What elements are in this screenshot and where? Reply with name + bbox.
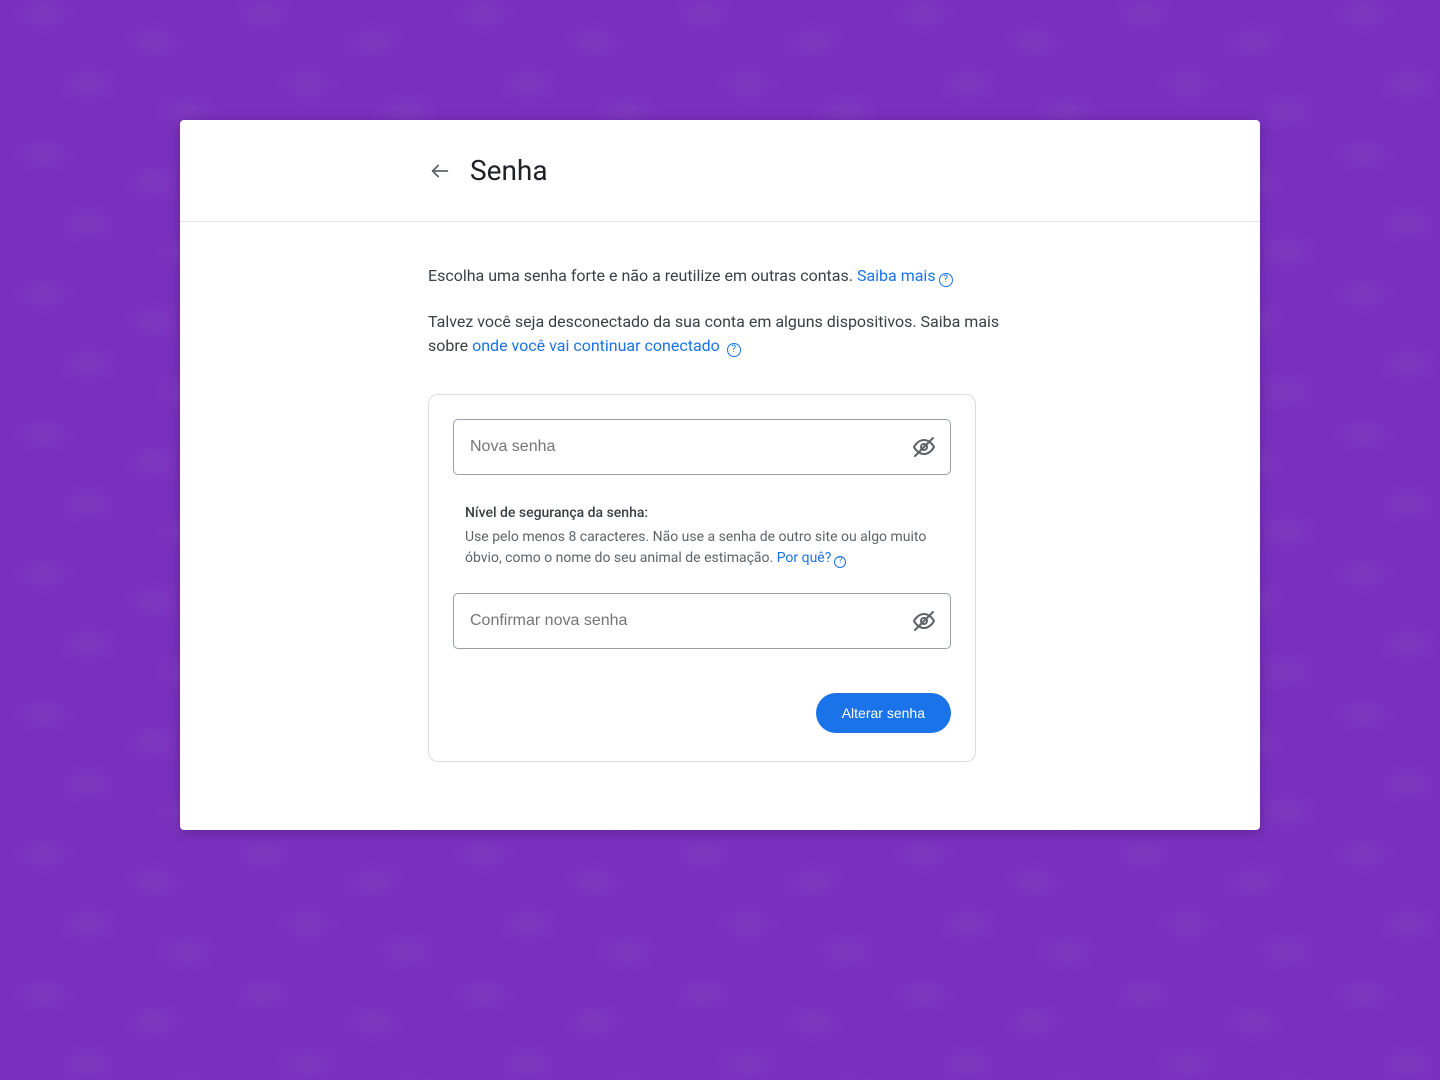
new-password-input[interactable] (470, 438, 898, 456)
page-title: Senha (470, 154, 548, 187)
toggle-visibility-icon[interactable] (912, 609, 936, 633)
password-strength-block: Nível de segurança da senha: Use pelo me… (453, 505, 951, 569)
help-icon[interactable]: ? (834, 556, 846, 568)
description-text: Escolha uma senha forte e não a reutiliz… (428, 266, 857, 285)
why-link[interactable]: Por quê? (777, 550, 832, 566)
content: Escolha uma senha forte e não a reutiliz… (180, 222, 1260, 762)
toggle-visibility-icon[interactable] (912, 435, 936, 459)
help-icon[interactable]: ? (727, 343, 741, 357)
description-line-2: Talvez você seja desconectado da sua con… (428, 310, 1008, 358)
confirm-password-field-wrap (453, 593, 951, 649)
password-form: Nível de segurança da senha: Use pelo me… (428, 394, 976, 762)
confirm-password-input[interactable] (470, 612, 898, 630)
button-row: Alterar senha (453, 693, 951, 733)
strength-description: Use pelo menos 8 caracteres. Não use a s… (465, 527, 939, 569)
header: Senha (180, 120, 1260, 222)
settings-panel: Senha Escolha uma senha forte e não a re… (180, 120, 1260, 830)
strength-text: Use pelo menos 8 caracteres. Não use a s… (465, 529, 926, 566)
help-icon[interactable]: ? (939, 273, 953, 287)
change-password-button[interactable]: Alterar senha (816, 693, 951, 733)
strength-title: Nível de segurança da senha: (465, 505, 939, 521)
description-line-1: Escolha uma senha forte e não a reutiliz… (428, 264, 1008, 288)
stay-connected-link[interactable]: onde você vai continuar conectado (472, 336, 720, 355)
new-password-field-wrap (453, 419, 951, 475)
learn-more-link[interactable]: Saiba mais (857, 266, 936, 285)
back-arrow-icon[interactable] (428, 159, 452, 183)
